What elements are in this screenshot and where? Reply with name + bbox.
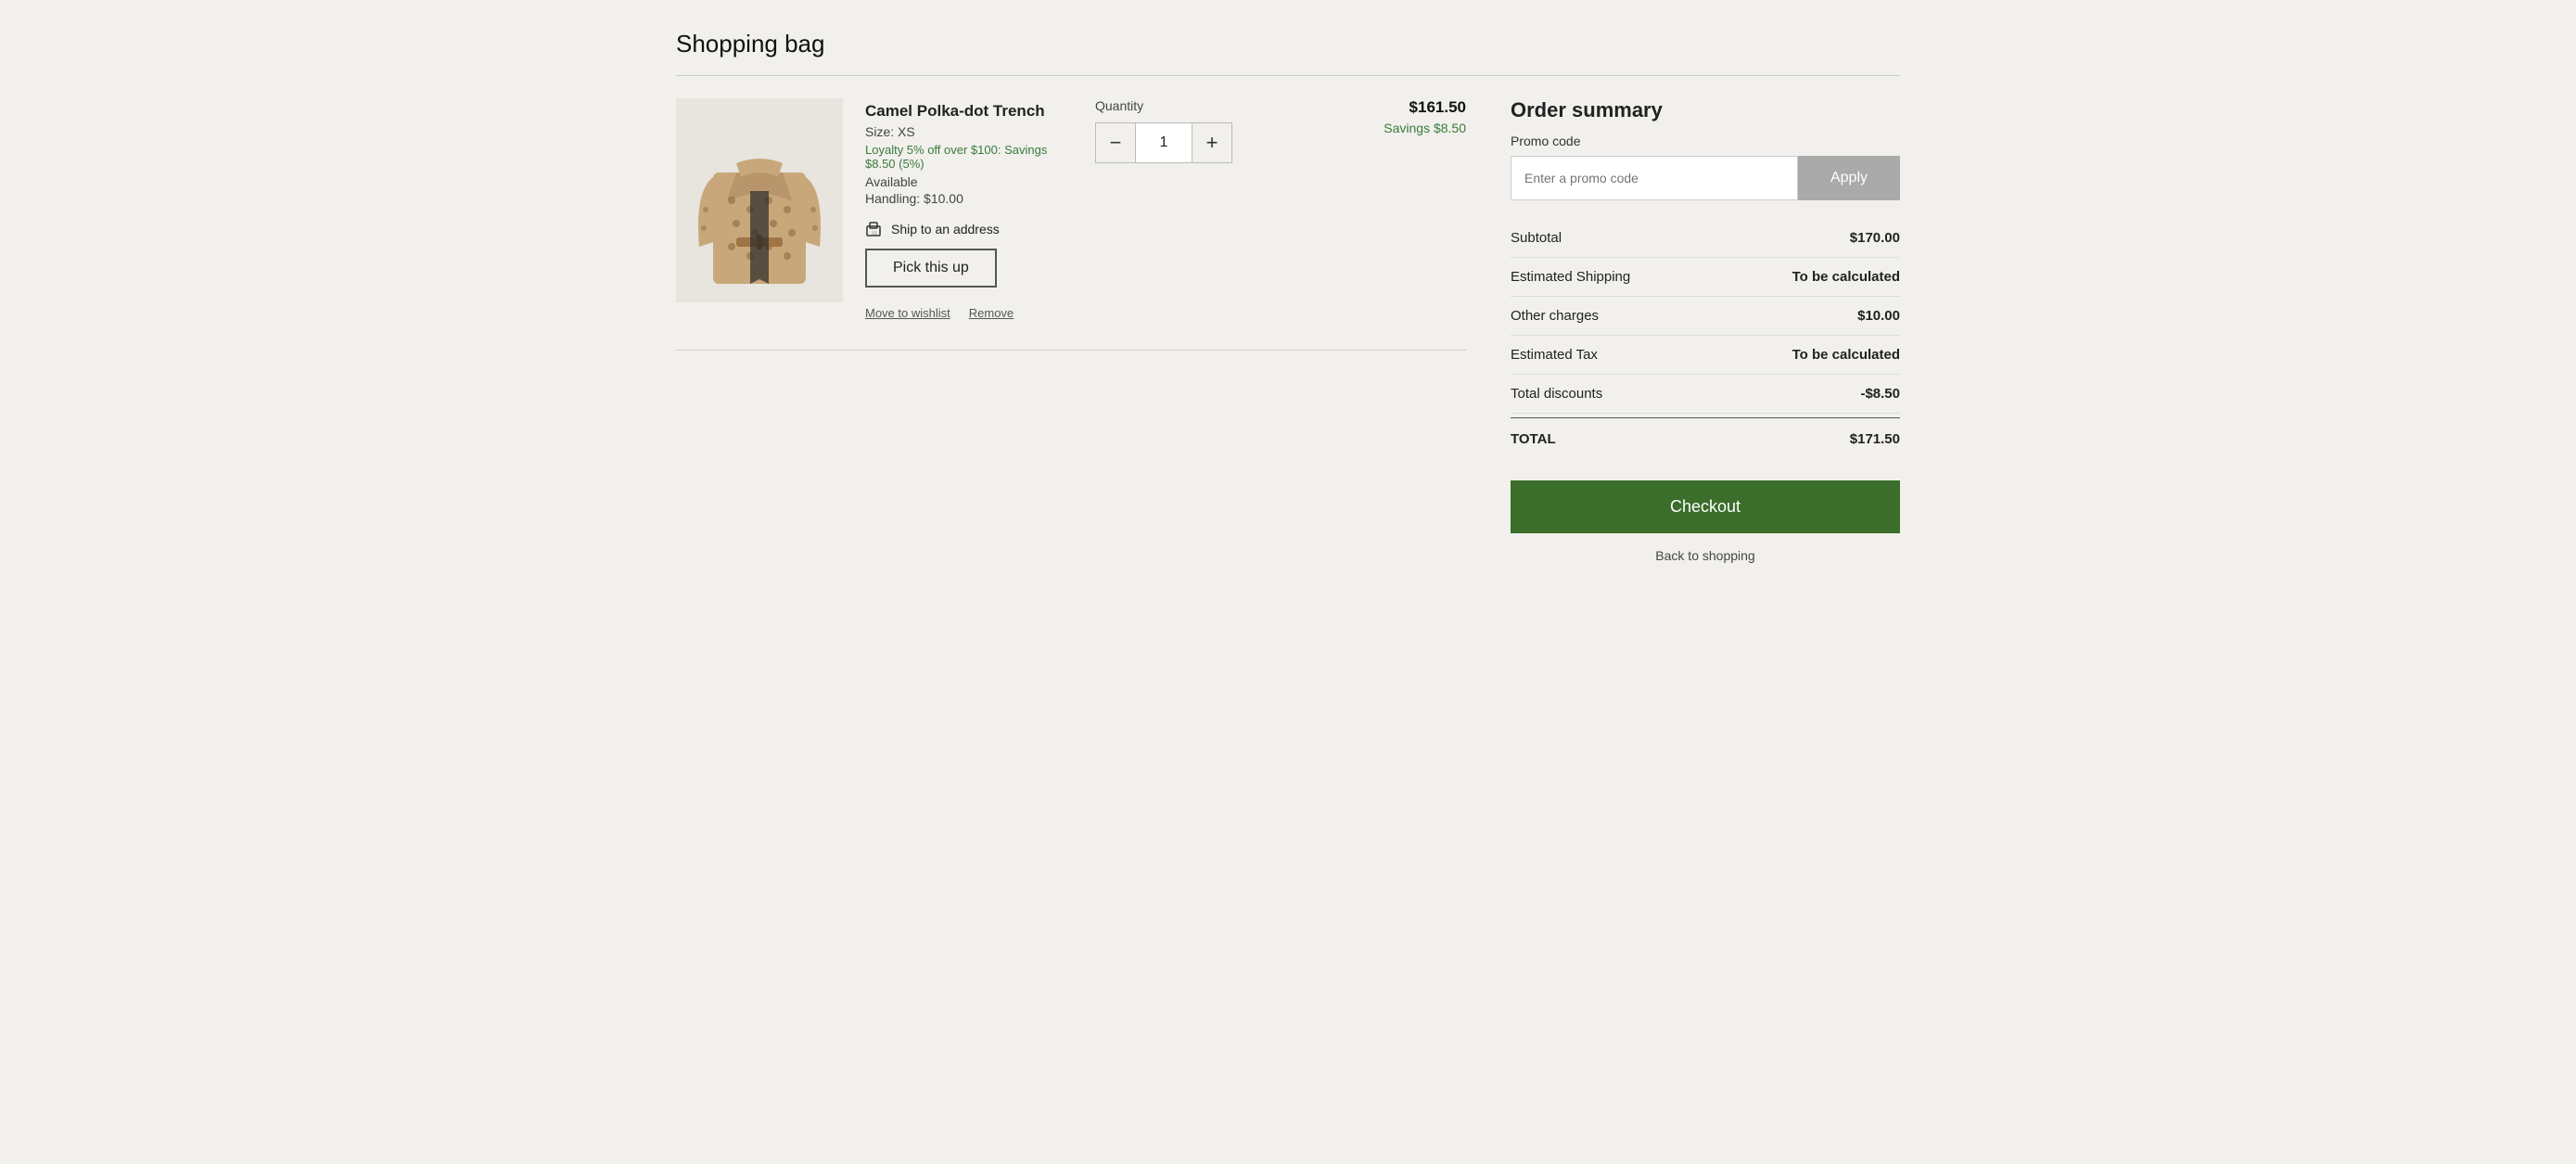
loyalty-text: Loyalty 5% off over $100: Savings $8.50 … — [865, 143, 1073, 171]
total-label: TOTAL — [1511, 431, 1556, 447]
tax-value: To be calculated — [1792, 347, 1900, 363]
summary-row-discounts: Total discounts -$8.50 — [1511, 375, 1900, 414]
shipping-value: To be calculated — [1792, 269, 1900, 285]
order-summary-title: Order summary — [1511, 98, 1900, 122]
quantity-increase-button[interactable]: + — [1192, 122, 1232, 163]
discounts-value: -$8.50 — [1860, 386, 1900, 402]
back-to-shopping-link[interactable]: Back to shopping — [1511, 548, 1900, 563]
availability: Available — [865, 174, 1073, 189]
tax-label: Estimated Tax — [1511, 347, 1598, 363]
summary-row-tax: Estimated Tax To be calculated — [1511, 336, 1900, 375]
shipping-label: Estimated Shipping — [1511, 269, 1630, 285]
move-to-wishlist-button[interactable]: Move to wishlist — [865, 306, 950, 320]
handling: Handling: $10.00 — [865, 191, 1073, 206]
cart-actions: Move to wishlist Remove — [865, 306, 1073, 320]
price-column: $161.50 Savings $8.50 — [1336, 98, 1466, 135]
page-title: Shopping bag — [676, 30, 1900, 58]
remove-button[interactable]: Remove — [969, 306, 1014, 320]
item-price: $161.50 — [1409, 98, 1466, 117]
product-image-container — [676, 98, 843, 302]
summary-row-shipping: Estimated Shipping To be calculated — [1511, 258, 1900, 297]
cart-item-right: Quantity − 1 + $161.50 Savings $8.50 — [1095, 98, 1466, 163]
product-size: Size: XS — [865, 124, 1073, 139]
summary-row-total: TOTAL $171.50 — [1511, 417, 1900, 458]
product-name: Camel Polka-dot Trench — [865, 102, 1073, 121]
ship-icon — [865, 221, 884, 237]
cart-bottom-divider — [676, 350, 1466, 351]
total-value: $171.50 — [1850, 431, 1900, 447]
quantity-value: 1 — [1136, 122, 1192, 163]
promo-row: Apply — [1511, 156, 1900, 200]
quantity-decrease-button[interactable]: − — [1095, 122, 1136, 163]
quantity-label: Quantity — [1095, 98, 1143, 113]
subtotal-label: Subtotal — [1511, 230, 1562, 246]
checkout-button[interactable]: Checkout — [1511, 480, 1900, 533]
ship-to-address-label: Ship to an address — [891, 222, 1000, 237]
summary-row-other-charges: Other charges $10.00 — [1511, 297, 1900, 336]
cart-section: Camel Polka-dot Trench Size: XS Loyalty … — [676, 98, 1466, 351]
product-details: Camel Polka-dot Trench Size: XS Loyalty … — [865, 98, 1073, 320]
product-image — [685, 108, 834, 293]
discounts-label: Total discounts — [1511, 386, 1602, 402]
order-summary-section: Order summary Promo code Apply Subtotal … — [1511, 98, 1900, 563]
quantity-controls: − 1 + — [1095, 122, 1232, 163]
main-content: Camel Polka-dot Trench Size: XS Loyalty … — [676, 98, 1900, 563]
promo-code-input[interactable] — [1511, 156, 1798, 200]
other-charges-value: $10.00 — [1857, 308, 1900, 324]
ship-to-address-row: Ship to an address — [865, 221, 1073, 237]
promo-label: Promo code — [1511, 134, 1900, 148]
quantity-section: Quantity − 1 + — [1095, 98, 1299, 163]
subtotal-value: $170.00 — [1850, 230, 1900, 246]
cart-item: Camel Polka-dot Trench Size: XS Loyalty … — [676, 98, 1466, 350]
header-divider — [676, 75, 1900, 76]
other-charges-label: Other charges — [1511, 308, 1599, 324]
item-savings: Savings $8.50 — [1384, 121, 1466, 135]
apply-button[interactable]: Apply — [1798, 156, 1900, 200]
pick-up-button[interactable]: Pick this up — [865, 249, 997, 288]
summary-row-subtotal: Subtotal $170.00 — [1511, 219, 1900, 258]
